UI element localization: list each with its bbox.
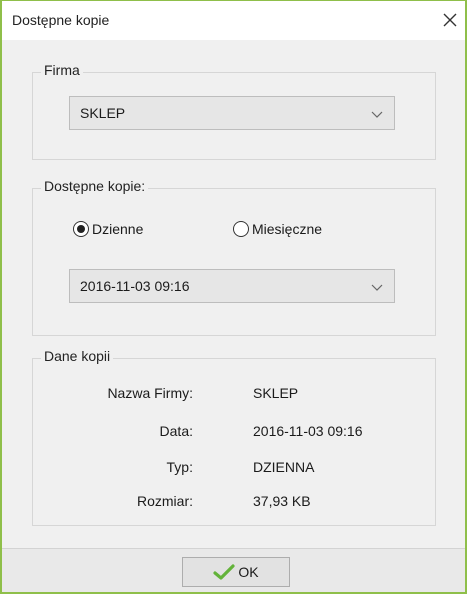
info-label-rozmiar: Rozmiar: bbox=[136, 493, 193, 509]
window-title: Dostępne kopie bbox=[12, 12, 110, 28]
info-value-rozmiar: 37,93 KB bbox=[253, 493, 311, 509]
info-value-nazwa: SKLEP bbox=[253, 385, 299, 401]
chevron-down-icon bbox=[371, 111, 383, 118]
dialog-footer: OK bbox=[2, 548, 465, 592]
kopie-select-value: 2016-11-03 09:16 bbox=[80, 278, 190, 294]
info-label-nazwa: Nazwa Firmy: bbox=[107, 385, 193, 401]
checkmark-icon bbox=[213, 564, 235, 580]
dialog-content: Firma SKLEP Dostępne kopie: Dzienne Mies… bbox=[2, 40, 465, 548]
dane-group: Dane kopii Nazwa Firmy: SKLEP Data: 2016… bbox=[32, 348, 436, 526]
ok-button[interactable]: OK bbox=[182, 557, 290, 587]
firma-legend: Firma bbox=[41, 62, 83, 78]
firma-select-value: SKLEP bbox=[80, 105, 126, 121]
firma-select[interactable]: SKLEP bbox=[69, 96, 395, 130]
firma-group: Firma SKLEP bbox=[32, 62, 436, 160]
kopie-legend: Dostępne kopie: bbox=[41, 178, 149, 194]
radio-miesieczne[interactable]: Miesięczne bbox=[233, 221, 322, 237]
info-value-data: 2016-11-03 09:16 bbox=[253, 423, 363, 439]
radio-miesieczne-circle bbox=[233, 221, 249, 237]
close-icon bbox=[443, 13, 457, 27]
dane-legend: Dane kopii bbox=[41, 348, 114, 364]
dialog-window: Dostępne kopie Firma SKLEP Dostępne kopi… bbox=[0, 0, 467, 594]
radio-dzienne[interactable]: Dzienne bbox=[73, 221, 143, 237]
info-label-typ: Typ: bbox=[166, 459, 193, 475]
info-label-data: Data: bbox=[159, 423, 193, 439]
kopie-select[interactable]: 2016-11-03 09:16 bbox=[69, 269, 395, 303]
ok-button-label: OK bbox=[238, 564, 259, 580]
close-button[interactable] bbox=[437, 7, 463, 33]
kopie-group: Dostępne kopie: Dzienne Miesięczne 2016-… bbox=[32, 178, 436, 336]
radio-miesieczne-label: Miesięczne bbox=[252, 221, 323, 237]
info-value-typ: DZIENNA bbox=[253, 459, 315, 475]
radio-dzienne-circle bbox=[73, 221, 89, 237]
radio-dzienne-label: Dzienne bbox=[92, 221, 144, 237]
title-bar: Dostępne kopie bbox=[2, 0, 465, 40]
chevron-down-icon bbox=[371, 284, 383, 291]
